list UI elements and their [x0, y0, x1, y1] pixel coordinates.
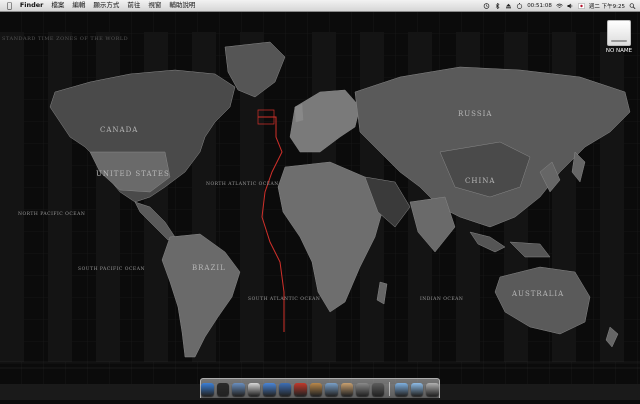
itunes-icon[interactable] [278, 383, 292, 396]
ichat-icon[interactable] [263, 383, 276, 396]
wifi-icon[interactable] [556, 3, 563, 9]
iphoto-icon[interactable] [325, 383, 338, 396]
applications-folder-icon[interactable] [395, 383, 408, 396]
menu-bar:  Finder 檔案 編輯 顯示方式 前往 視窗 輔助說明 00:51:08 [0, 0, 640, 12]
activity-icon[interactable] [371, 383, 385, 396]
menu-help[interactable]: 輔助說明 [165, 0, 199, 11]
system-preferences-icon[interactable] [356, 383, 369, 396]
dock [200, 378, 440, 398]
menu-view[interactable]: 顯示方式 [89, 0, 123, 11]
region-label: RUSSIA [458, 110, 493, 118]
mail-icon[interactable] [232, 383, 245, 396]
menu-edit[interactable]: 編輯 [68, 0, 89, 11]
photo-booth-icon[interactable] [294, 383, 307, 396]
ical-icon[interactable] [247, 383, 261, 396]
desktop-drive[interactable]: NO NAME [604, 20, 634, 54]
eject-icon[interactable] [505, 3, 512, 9]
apple-menu-icon[interactable]:  [5, 1, 16, 10]
menu-go[interactable]: 前往 [123, 0, 144, 11]
clock-readout[interactable]: 00:51:08 [527, 3, 552, 9]
spotlight-icon[interactable] [629, 2, 636, 9]
date-time[interactable]: 週二 下午9:25 [589, 2, 625, 10]
ocean-label: INDIAN OCEAN [420, 297, 464, 302]
dashboard-icon[interactable] [216, 383, 230, 396]
wallpaper-title: STANDARD TIME ZONES OF THE WORLD [2, 36, 129, 42]
addressbook-icon[interactable] [309, 383, 323, 396]
desktop-wallpaper: STANDARD TIME ZONES OF THE WORLD CANADA … [0, 12, 640, 400]
menu-app-name[interactable]: Finder [16, 0, 48, 11]
ocean-label: NORTH PACIFIC OCEAN [18, 212, 86, 217]
flag-icon[interactable] [578, 2, 585, 9]
region-label: CHINA [465, 177, 496, 185]
dock-separator [389, 382, 391, 396]
menu-file[interactable]: 檔案 [47, 0, 68, 11]
timemachine-icon[interactable] [483, 2, 490, 9]
menu-window[interactable]: 視窗 [144, 0, 165, 11]
drive-label: NO NAME [605, 48, 633, 54]
ocean-label: NORTH ATLANTIC OCEAN [206, 182, 279, 187]
drive-icon[interactable] [607, 20, 631, 46]
preview-icon[interactable] [340, 383, 354, 396]
world-map [0, 12, 640, 400]
finder-icon[interactable] [201, 383, 214, 396]
region-label: BRAZIL [192, 264, 226, 272]
region-label: UNITED STATES [96, 170, 170, 178]
region-label: AUSTRALIA [512, 290, 565, 298]
volume-icon[interactable] [567, 3, 574, 9]
trash-icon[interactable] [426, 383, 439, 396]
ocean-label: SOUTH ATLANTIC OCEAN [248, 297, 321, 302]
stopwatch-icon[interactable] [516, 2, 523, 9]
documents-folder-icon[interactable] [410, 383, 424, 396]
ocean-label: SOUTH PACIFIC OCEAN [78, 267, 145, 272]
bluetooth-icon[interactable] [494, 2, 501, 9]
region-label: CANADA [100, 126, 139, 134]
